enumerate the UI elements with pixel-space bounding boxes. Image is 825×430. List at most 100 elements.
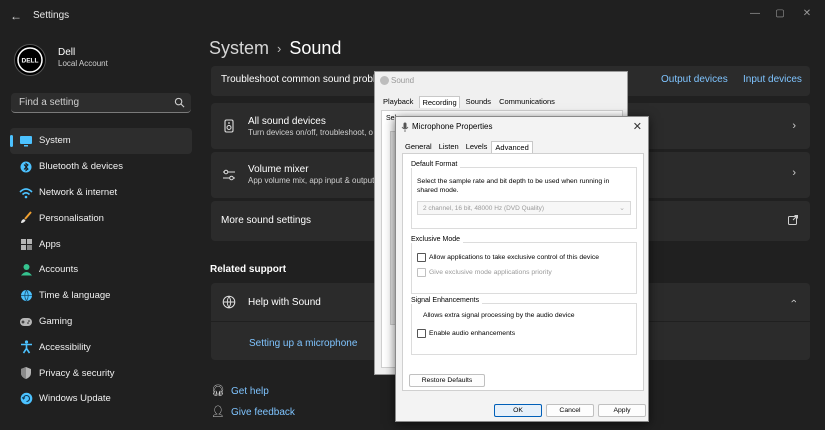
avatar-text: DELL: [22, 58, 39, 65]
apply-button[interactable]: Apply: [598, 404, 646, 417]
dialog-title: Microphone Properties: [412, 122, 493, 131]
sidebar-item-label: Apps: [39, 238, 61, 250]
tab-recording[interactable]: Recording: [419, 96, 460, 108]
sidebar-item-network[interactable]: Network & internet: [10, 180, 192, 206]
dell-logo-icon: DELL: [17, 47, 43, 73]
microphone-properties-dialog: Microphone Properties ✕ General Listen L…: [395, 116, 649, 422]
search-icon[interactable]: [174, 97, 185, 108]
troubleshoot-label: Troubleshoot common sound problem: [221, 74, 390, 85]
search-placeholder: Find a setting: [19, 97, 80, 108]
speaker-device-icon: [224, 119, 234, 133]
chevron-right-icon: ›: [792, 167, 796, 179]
sidebar-item-privacy[interactable]: Privacy & security: [10, 360, 192, 386]
default-format-select[interactable]: 2 channel, 16 bit, 48000 Hz (DVD Quality…: [417, 201, 631, 215]
card-title: All sound devices: [248, 116, 326, 127]
sidebar-item-label: Gaming: [39, 315, 73, 327]
cancel-button[interactable]: Cancel: [546, 404, 594, 417]
enable-enhancements-checkbox[interactable]: [417, 329, 426, 338]
group-title: Exclusive Mode: [411, 236, 464, 243]
sidebar-item-label: Accounts: [39, 264, 79, 276]
sidebar-item-gaming[interactable]: Gaming: [10, 309, 192, 335]
checkbox-label: Give exclusive mode applications priorit…: [429, 269, 552, 276]
update-icon: [19, 392, 33, 406]
sidebar-item-time-language[interactable]: Time & language: [10, 283, 192, 309]
sidebar-item-bluetooth[interactable]: Bluetooth & devices: [10, 154, 192, 180]
get-help-label: Get help: [231, 386, 269, 397]
exclusive-mode-group: [411, 242, 637, 294]
breadcrumb: System › Sound: [209, 38, 341, 59]
tab-general[interactable]: General: [402, 141, 435, 153]
feedback-icon: 👤︎: [211, 406, 225, 418]
speaker-icon: [380, 76, 389, 85]
card-subtitle: Turn devices on/off, troubleshoot, o: [248, 128, 373, 137]
give-feedback-link[interactable]: 👤︎ Give feedback: [211, 405, 295, 418]
gamepad-icon: [19, 315, 33, 329]
close-icon[interactable]: ✕: [633, 120, 642, 133]
sidebar-item-apps[interactable]: Apps: [10, 231, 192, 257]
tab-strip: General Listen Levels Advanced: [402, 141, 534, 153]
apps-icon: [19, 237, 33, 251]
maximize-icon[interactable]: ▢: [770, 6, 790, 22]
breadcrumb-parent[interactable]: System: [209, 38, 269, 59]
ok-button[interactable]: OK: [494, 404, 542, 417]
sidebar-item-label: System: [39, 135, 71, 147]
sidebar-item-accounts[interactable]: Accounts: [10, 257, 192, 283]
tab-advanced[interactable]: Advanced: [491, 141, 533, 153]
sidebar-item-label: Accessibility: [39, 341, 91, 353]
sliders-icon: [223, 169, 235, 181]
chevron-up-icon[interactable]: ›: [788, 299, 800, 303]
advanced-tab-panel: Default Format Select the sample rate an…: [402, 153, 644, 391]
give-feedback-label: Give feedback: [231, 407, 295, 418]
open-external-icon: [788, 215, 798, 225]
card-title: Help with Sound: [248, 297, 321, 308]
sidebar-item-label: Windows Update: [39, 393, 111, 405]
input-devices-link[interactable]: Input devices: [743, 74, 802, 85]
setup-microphone-link[interactable]: Setting up a microphone: [249, 338, 357, 349]
close-icon[interactable]: ✕: [797, 6, 817, 22]
sidebar-nav: System Bluetooth & devices Network & int…: [10, 128, 192, 412]
search-input[interactable]: Find a setting: [11, 93, 191, 113]
sidebar-item-label: Network & internet: [39, 186, 118, 198]
card-title: More sound settings: [221, 215, 312, 226]
page-title: Sound: [289, 38, 342, 58]
sidebar-item-label: Bluetooth & devices: [39, 161, 123, 173]
app-title: Settings: [33, 10, 70, 21]
wifi-icon: [19, 186, 33, 200]
minimize-icon[interactable]: —: [745, 6, 765, 22]
back-arrow-icon[interactable]: ←: [8, 8, 24, 24]
user-name: Dell: [58, 47, 76, 58]
sidebar-item-personalisation[interactable]: Personalisation: [10, 205, 192, 231]
shield-icon: [19, 366, 33, 380]
checkbox-label: Allow applications to take exclusive con…: [429, 254, 600, 261]
microphone-icon: [401, 122, 409, 132]
accessibility-icon: [19, 340, 33, 354]
sidebar-item-label: Privacy & security: [39, 367, 115, 379]
group-title: Signal Enhancements: [411, 297, 483, 304]
chevron-right-icon: ›: [792, 120, 796, 132]
allow-exclusive-checkbox[interactable]: [417, 253, 426, 262]
sidebar-item-label: Personalisation: [39, 212, 104, 224]
card-title: Volume mixer: [248, 164, 309, 175]
avatar[interactable]: DELL: [14, 44, 46, 76]
sidebar-item-accessibility[interactable]: Accessibility: [10, 334, 192, 360]
dialog-title: Sound: [391, 76, 415, 85]
person-icon: [19, 263, 33, 277]
monitor-icon: [19, 134, 33, 148]
chevron-down-icon: ⌄: [619, 205, 625, 212]
brush-icon: [19, 211, 33, 225]
tab-communications[interactable]: Communications: [497, 96, 557, 108]
group-title: Default Format: [411, 161, 461, 168]
exclusive-priority-checkbox[interactable]: [417, 268, 426, 277]
restore-defaults-button[interactable]: Restore Defaults: [409, 374, 485, 387]
title-bar: ← Settings — ▢ ✕: [0, 0, 825, 30]
output-devices-link[interactable]: Output devices: [661, 74, 728, 85]
get-help-link[interactable]: 🎧︎ Get help: [211, 384, 269, 397]
sidebar-item-label: Time & language: [39, 290, 111, 302]
sidebar-item-windows-update[interactable]: Windows Update: [10, 386, 192, 412]
tab-levels[interactable]: Levels: [463, 141, 491, 153]
globe-icon: [19, 289, 33, 303]
tab-playback[interactable]: Playback: [381, 96, 415, 108]
sidebar-item-system[interactable]: System: [10, 128, 192, 154]
tab-listen[interactable]: Listen: [436, 141, 462, 153]
tab-sounds[interactable]: Sounds: [464, 96, 493, 108]
